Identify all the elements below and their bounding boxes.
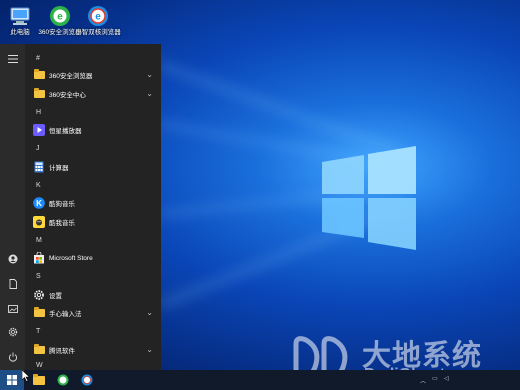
section-header-j[interactable]: J: [36, 145, 40, 152]
taskbar-360-browser[interactable]: [52, 370, 74, 390]
documents-button[interactable]: [0, 273, 25, 295]
computer-icon: [8, 4, 32, 28]
taskbar: ︿ ▭ ◁: [0, 370, 520, 390]
power-icon: [8, 352, 17, 362]
desktop-icon-label: 小智双核浏览器: [75, 29, 121, 36]
app-item-microsoft-store[interactable]: Microsoft Store: [25, 249, 161, 267]
taskbar-xiaozhi-browser[interactable]: [76, 370, 98, 390]
section-header-t[interactable]: T: [36, 328, 40, 335]
section-header-s[interactable]: S: [36, 273, 41, 280]
app-label: Microsoft Store: [49, 254, 93, 262]
app-item-kugou-music[interactable]: K 酷狗音乐: [25, 194, 161, 212]
tray-up-arrow-icon[interactable]: ︿: [420, 376, 426, 385]
windows-start-icon: [7, 375, 17, 385]
360-browser-icon: e: [48, 4, 72, 28]
user-account-button[interactable]: [0, 248, 25, 270]
app-label: 360安全中心: [49, 92, 86, 99]
app-item-360-browser[interactable]: 360安全浏览器 ⌄: [25, 66, 161, 84]
kuwo-music-icon: [33, 216, 45, 228]
app-item-hengxing-player[interactable]: 恒星播放器: [25, 121, 161, 139]
settings-rail-button[interactable]: [0, 321, 25, 343]
hamburger-menu-button[interactable]: [0, 48, 25, 70]
start-rail: [0, 44, 25, 370]
chevron-down-icon: ⌄: [146, 308, 153, 317]
pictures-button[interactable]: [0, 298, 25, 320]
app-label: 设置: [49, 293, 62, 300]
document-icon: [9, 279, 17, 289]
app-label: 酷我音乐: [49, 220, 75, 227]
app-label: 恒星播放器: [49, 128, 82, 135]
chevron-down-icon: ⌄: [146, 345, 153, 354]
xiaozhi-browser-icon: [81, 374, 93, 386]
folder-icon: [33, 373, 45, 385]
picture-icon: [7, 305, 18, 313]
app-item-kuwo-music[interactable]: 酷我音乐: [25, 213, 161, 231]
section-header-h[interactable]: H: [36, 109, 41, 116]
xiaozhi-browser-icon: e: [86, 4, 110, 28]
svg-text:K: K: [36, 199, 42, 208]
app-label: 360安全浏览器: [49, 73, 93, 80]
power-button[interactable]: [0, 346, 25, 368]
folder-icon: [33, 88, 45, 98]
app-item-360-center[interactable]: 360安全中心 ⌄: [25, 85, 161, 103]
section-header-k[interactable]: K: [36, 182, 41, 189]
gear-icon: [34, 290, 44, 300]
kugou-music-icon: K: [33, 197, 45, 209]
volume-icon[interactable]: ◁: [444, 375, 449, 382]
svg-text:e: e: [57, 12, 63, 23]
app-item-calculator[interactable]: 计算器: [25, 158, 161, 176]
chevron-down-icon: ⌄: [146, 70, 153, 79]
section-header-m[interactable]: M: [36, 237, 42, 244]
folder-icon: [33, 344, 45, 354]
mouse-cursor: [22, 370, 30, 382]
folder-icon: [33, 69, 45, 79]
desktop-icon-xiaozhi-browser[interactable]: e 小智双核浏览器: [74, 4, 122, 37]
app-label: 腾讯软件: [49, 348, 75, 355]
svg-text:e: e: [95, 12, 101, 23]
360-browser-icon: [57, 374, 69, 386]
app-label: 计算器: [49, 165, 69, 172]
windows-logo-wallpaper: [322, 146, 416, 250]
chevron-down-icon: ⌄: [146, 89, 153, 98]
app-item-tencent-software[interactable]: 腾讯软件 ⌄: [25, 341, 161, 359]
app-label: 手心输入法: [49, 311, 82, 318]
start-button[interactable]: [0, 370, 24, 390]
app-item-settings[interactable]: 设置: [25, 286, 161, 304]
start-menu: # 360安全浏览器 ⌄ 360安全中心 ⌄ H 恒星播放器 J 计算器 K K…: [0, 44, 161, 370]
section-header-hash[interactable]: #: [36, 55, 40, 62]
folder-icon: [33, 307, 45, 317]
user-icon: [8, 254, 17, 264]
app-label: 酷狗音乐: [49, 201, 75, 208]
app-item-shouxin-ime[interactable]: 手心输入法 ⌄: [25, 304, 161, 322]
gear-icon: [8, 327, 17, 337]
network-icon[interactable]: ▭: [432, 375, 438, 382]
taskbar-file-explorer[interactable]: [28, 370, 50, 390]
hamburger-icon: [7, 55, 18, 63]
media-player-icon: [33, 124, 45, 136]
calculator-icon: [34, 161, 44, 173]
store-icon: [34, 252, 44, 264]
section-header-w[interactable]: W: [36, 362, 43, 369]
